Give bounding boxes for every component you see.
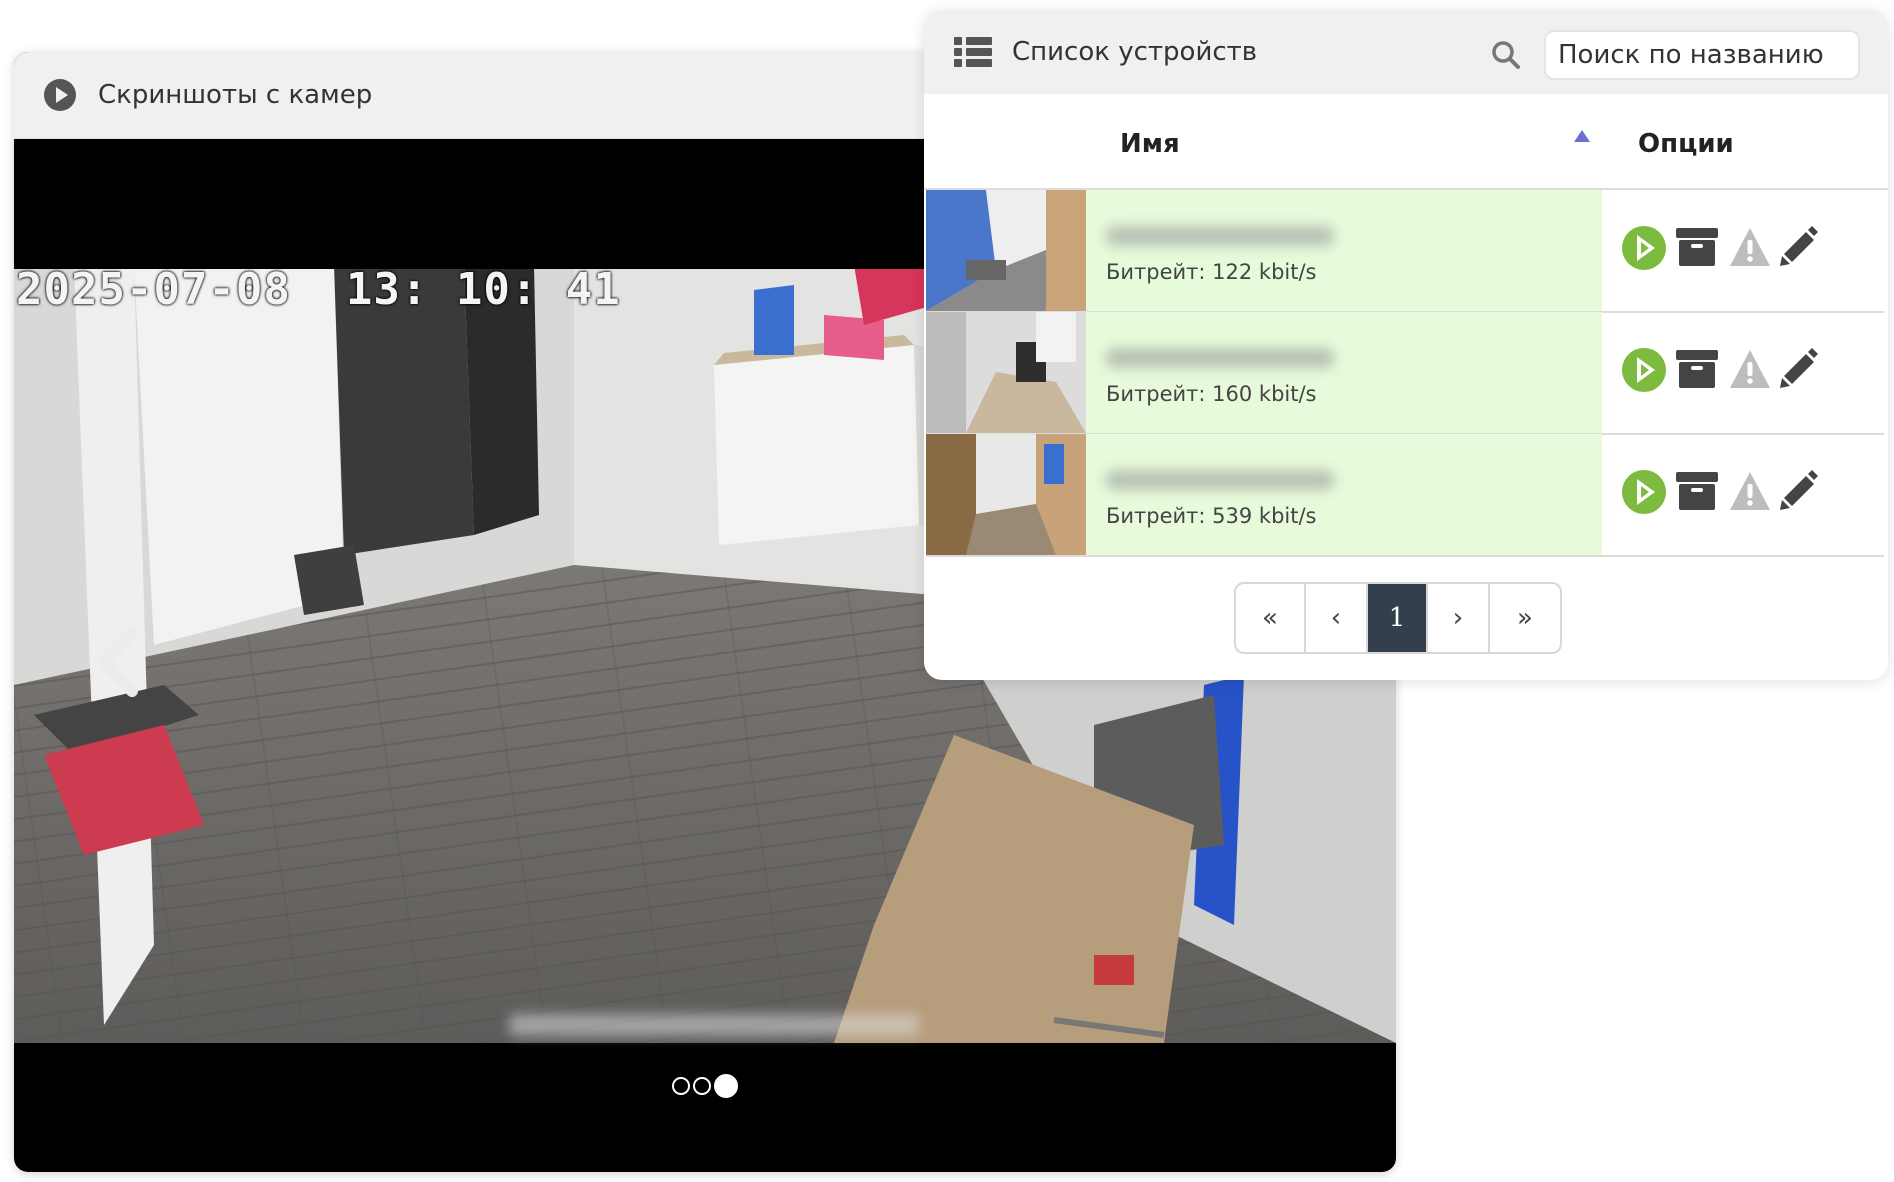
slide-dot[interactable] [693, 1077, 711, 1095]
device-thumbnail[interactable] [926, 190, 1086, 311]
table-header: Имя Опции [924, 94, 1888, 190]
device-thumbnail[interactable] [926, 434, 1086, 555]
archive-icon[interactable] [1676, 470, 1718, 512]
pencil-icon[interactable] [1778, 470, 1818, 512]
pagination-last-button[interactable]: » [1490, 584, 1560, 652]
device-name-redacted [1106, 470, 1334, 490]
pencil-icon[interactable] [1778, 348, 1818, 390]
archive-icon[interactable] [1676, 226, 1718, 268]
column-header-name[interactable]: Имя [1120, 129, 1180, 159]
play-icon[interactable] [1622, 226, 1666, 270]
device-panel-header: Список устройств [924, 10, 1888, 94]
search-icon[interactable] [1491, 40, 1521, 70]
warning-icon[interactable] [1728, 470, 1772, 512]
device-info-cell[interactable]: Битрейт: 122 kbit/s [1086, 190, 1602, 311]
play-circle-icon [44, 79, 76, 111]
slide-dot-active[interactable] [714, 1074, 738, 1098]
warning-icon[interactable] [1728, 226, 1772, 268]
device-bitrate: Битрейт: 539 kbit/s [1106, 504, 1317, 528]
sort-ascending-icon[interactable] [1574, 130, 1590, 142]
slide-dot[interactable] [672, 1077, 690, 1095]
pencil-icon[interactable] [1778, 226, 1818, 268]
device-info-cell[interactable]: Битрейт: 539 kbit/s [1086, 434, 1602, 555]
device-row: Битрейт: 122 kbit/s [926, 190, 1884, 313]
device-bitrate: Битрейт: 122 kbit/s [1106, 260, 1317, 284]
device-row: Битрейт: 539 kbit/s [926, 434, 1884, 557]
pagination-current-page[interactable]: 1 [1368, 584, 1428, 652]
archive-icon[interactable] [1676, 348, 1718, 390]
camera-timestamp: 2025-07-08 13: 10: 41 [16, 264, 621, 315]
device-options [1622, 470, 1872, 514]
pagination-prev-button[interactable]: ‹ [1306, 584, 1368, 652]
chevron-left-icon[interactable] [92, 627, 146, 697]
slide-indicator [14, 1074, 1396, 1098]
camera-panel-title: Скриншоты с камер [98, 80, 373, 110]
play-icon[interactable] [1622, 348, 1666, 392]
column-header-options: Опции [1638, 129, 1734, 159]
warning-icon[interactable] [1728, 348, 1772, 390]
device-row: Битрейт: 160 kbit/s [926, 312, 1884, 435]
device-bitrate: Битрейт: 160 kbit/s [1106, 382, 1317, 406]
play-icon[interactable] [1622, 470, 1666, 514]
camera-caption-redacted [509, 1014, 919, 1036]
list-icon [954, 37, 992, 67]
search-input[interactable] [1544, 30, 1860, 80]
device-name-redacted [1106, 348, 1334, 368]
device-options [1622, 226, 1872, 270]
device-name-redacted [1106, 226, 1334, 246]
pagination-next-button[interactable]: › [1428, 584, 1490, 652]
device-panel-title: Список устройств [1012, 37, 1258, 67]
device-thumbnail[interactable] [926, 312, 1086, 433]
device-options [1622, 348, 1872, 392]
device-list-panel: Список устройств Имя Опции [924, 10, 1888, 680]
pagination-first-button[interactable]: « [1236, 584, 1306, 652]
pagination: « ‹ 1 › » [1234, 582, 1562, 654]
device-info-cell[interactable]: Битрейт: 160 kbit/s [1086, 312, 1602, 433]
